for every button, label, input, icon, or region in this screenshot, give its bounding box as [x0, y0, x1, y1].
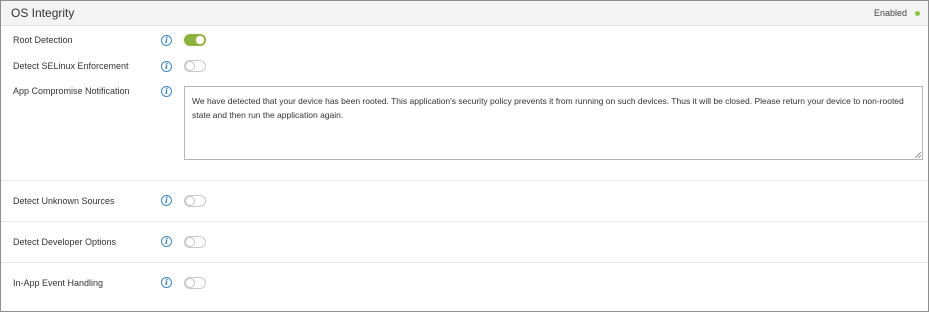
- notification-message: We have detected that your device has be…: [192, 96, 904, 120]
- in-app-event-handling-toggle[interactable]: [184, 277, 206, 289]
- toggle-knob: [185, 196, 195, 206]
- setting-label-developer-options: Detect Developer Options: [13, 237, 117, 247]
- setting-label-app-compromise: App Compromise Notification: [13, 86, 130, 96]
- os-integrity-panel: OS Integrity Enabled Root Detection i De…: [0, 0, 929, 312]
- root-detection-toggle[interactable]: [184, 34, 206, 46]
- info-icon[interactable]: i: [161, 236, 172, 247]
- setting-label-selinux: Detect SELinux Enforcement: [13, 61, 129, 71]
- info-icon[interactable]: i: [161, 35, 172, 46]
- toggle-knob: [185, 278, 195, 288]
- info-icon[interactable]: i: [161, 86, 172, 97]
- status-dot-icon: [915, 11, 920, 16]
- panel-title: OS Integrity: [11, 6, 75, 20]
- setting-label-unknown-sources: Detect Unknown Sources: [13, 196, 115, 206]
- setting-label-in-app-event-handling: In-App Event Handling: [13, 278, 104, 288]
- status-label: Enabled: [873, 8, 907, 18]
- toggle-knob: [185, 237, 195, 247]
- toggle-knob: [185, 61, 195, 71]
- selinux-enforcement-toggle[interactable]: [184, 60, 206, 72]
- resize-grip-icon[interactable]: [915, 152, 921, 158]
- divider: [1, 262, 928, 263]
- panel-header: OS Integrity Enabled: [1, 1, 928, 26]
- divider: [1, 221, 928, 222]
- info-icon[interactable]: i: [161, 61, 172, 72]
- unknown-sources-toggle[interactable]: [184, 195, 206, 207]
- developer-options-toggle[interactable]: [184, 236, 206, 248]
- divider: [1, 180, 928, 181]
- info-icon[interactable]: i: [161, 195, 172, 206]
- compromise-notification-textarea[interactable]: We have detected that your device has be…: [184, 86, 923, 160]
- info-icon[interactable]: i: [161, 277, 172, 288]
- toggle-knob: [195, 35, 205, 45]
- setting-label-root-detection: Root Detection: [13, 35, 73, 45]
